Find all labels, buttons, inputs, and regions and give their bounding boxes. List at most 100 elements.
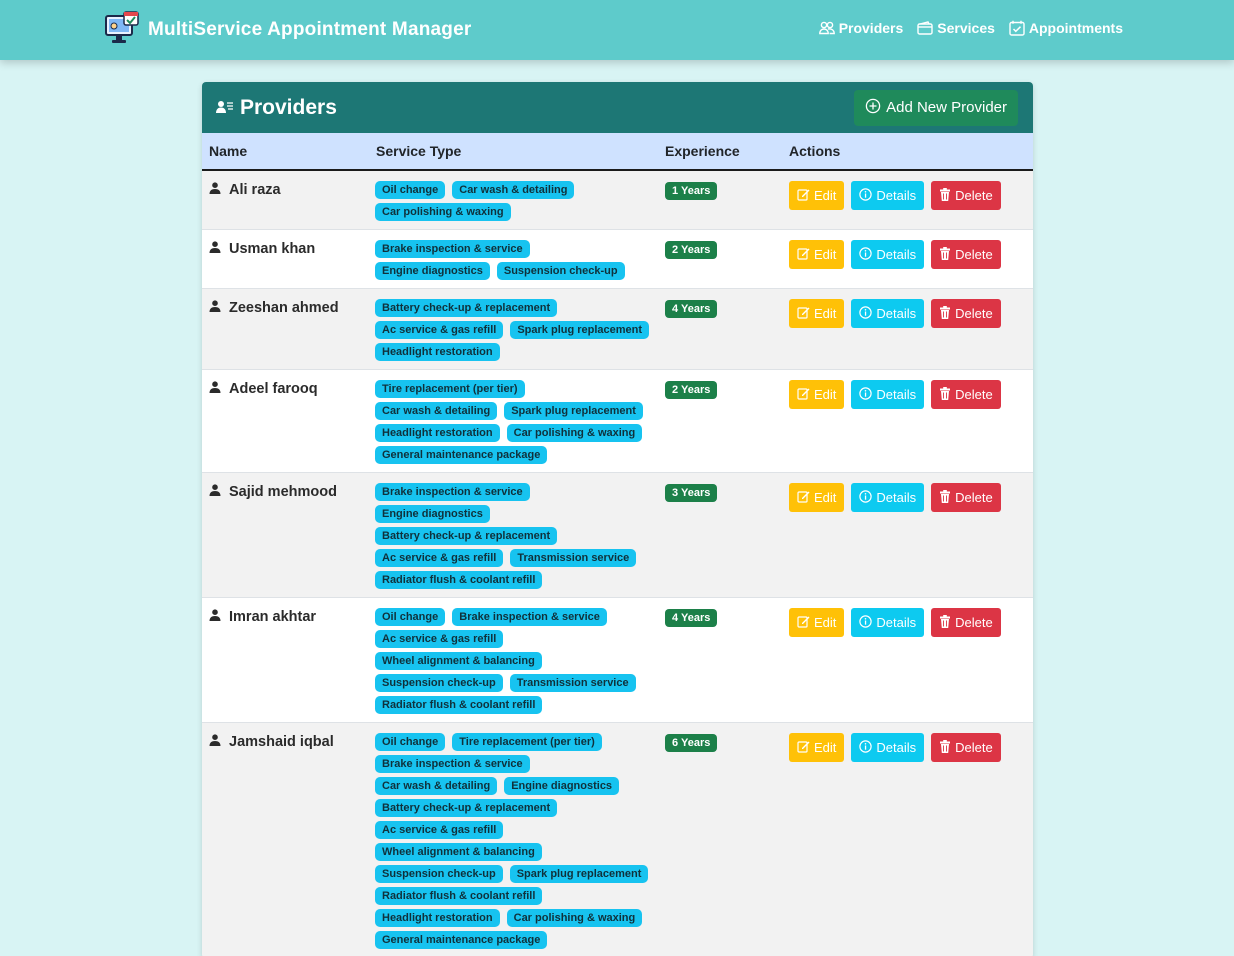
service-tags: Brake inspection & service Engine diagnos… [375,483,651,589]
brand[interactable]: MultiService Appointment Manager [104,10,471,51]
delete-button[interactable]: Delete [931,181,1001,210]
delete-button[interactable]: Delete [931,608,1001,637]
provider-name: Jamshaid iqbal [209,733,361,750]
service-type-cell: Oil change Tire replacement (per tier) Bra… [368,722,658,956]
trash-icon [939,386,951,403]
details-button[interactable]: Details [851,181,925,210]
edit-button[interactable]: Edit [789,380,845,409]
edit-label: Edit [814,615,837,630]
provider-name-cell: Sajid mehmood [202,472,368,598]
actions-cell: Edit Details Delete [782,597,1033,723]
provider-name-cell: Adeel farooq [202,369,368,473]
delete-label: Delete [955,490,993,505]
person-icon [209,609,221,625]
experience-cell: 2 Years [658,229,782,289]
providers-card: Providers Add New Provider Name Service … [202,82,1033,956]
info-icon [859,386,873,403]
edit-icon [797,615,810,631]
service-tag: Brake inspection & service [452,608,607,626]
delete-button[interactable]: Delete [931,483,1001,512]
table-row: Imran akhtar Oil change Brake inspection &… [202,597,1033,723]
provider-name-cell: Ali raza [202,170,368,230]
row-actions: Edit Details Delete [789,299,1026,328]
service-tag: Transmission service [509,674,636,692]
edit-icon [797,188,810,204]
service-tags: Oil change Tire replacement (per tier) Bra… [375,733,651,949]
nav-appointments[interactable]: Appointments [1009,20,1123,36]
service-tag: Ac service & gas refill [375,821,504,839]
actions-cell: Edit Details Delete [782,369,1033,473]
app-logo-icon [104,10,140,51]
service-tag: Car polishing & waxing [506,909,643,927]
edit-label: Edit [814,188,837,203]
delete-button[interactable]: Delete [931,240,1001,269]
details-button[interactable]: Details [851,299,925,328]
edit-label: Edit [814,247,837,262]
service-tag: Battery check-up & replacement [375,799,558,817]
service-tag: Suspension check-up [496,262,625,280]
experience-cell: 4 Years [658,597,782,723]
row-actions: Edit Details Delete [789,608,1026,637]
provider-name-cell: Zeeshan ahmed [202,288,368,370]
plus-circle-icon [865,98,881,118]
nav-services[interactable]: Services [917,20,995,36]
service-type-cell: Tire replacement (per tier) Car wash & de… [368,369,658,473]
delete-label: Delete [955,247,993,262]
info-icon [859,739,873,756]
service-tags: Tire replacement (per tier) Car wash & de… [375,380,651,464]
service-tag: Car wash & detailing [375,777,498,795]
service-type-cell: Battery check-up & replacement Ac service… [368,288,658,370]
provider-name-text: Imran akhtar [229,609,317,625]
service-tag: Tire replacement (per tier) [375,380,525,398]
details-button[interactable]: Details [851,483,925,512]
edit-button[interactable]: Edit [789,181,845,210]
experience-badge: 2 Years [665,381,718,399]
details-button[interactable]: Details [851,240,925,269]
provider-name-text: Sajid mehmood [229,484,337,500]
service-tag: Radiator flush & coolant refill [375,571,543,589]
details-button[interactable]: Details [851,733,925,762]
nav-providers[interactable]: Providers [818,20,903,36]
row-actions: Edit Details Delete [789,380,1026,409]
experience-cell: 4 Years [658,288,782,370]
edit-button[interactable]: Edit [789,483,845,512]
details-button[interactable]: Details [851,380,925,409]
actions-cell: Edit Details Delete [782,722,1033,956]
edit-button[interactable]: Edit [789,240,845,269]
card-header: Providers Add New Provider [202,82,1033,133]
table-row: Jamshaid iqbal Oil change Tire replacement… [202,722,1033,956]
provider-name: Sajid mehmood [209,483,361,500]
edit-label: Edit [814,740,837,755]
delete-button[interactable]: Delete [931,733,1001,762]
service-tag: Brake inspection & service [375,483,530,501]
delete-label: Delete [955,387,993,402]
edit-button[interactable]: Edit [789,608,845,637]
service-tag: Engine diagnostics [375,505,490,523]
edit-icon [797,306,810,322]
delete-button[interactable]: Delete [931,299,1001,328]
provider-name-text: Jamshaid iqbal [229,734,334,750]
service-tag: Brake inspection & service [375,240,530,258]
service-tag: Engine diagnostics [375,262,490,280]
table-header-row: Name Service Type Experience Actions [202,133,1033,170]
person-icon [209,300,221,316]
edit-button[interactable]: Edit [789,299,845,328]
service-tag: Brake inspection & service [375,755,530,773]
details-label: Details [876,188,917,203]
provider-name-cell: Usman khan [202,229,368,289]
person-icon [209,182,221,198]
edit-button[interactable]: Edit [789,733,845,762]
delete-label: Delete [955,740,993,755]
experience-cell: 3 Years [658,472,782,598]
delete-button[interactable]: Delete [931,380,1001,409]
add-new-provider-button[interactable]: Add New Provider [854,89,1018,126]
details-button[interactable]: Details [851,608,925,637]
row-actions: Edit Details Delete [789,483,1026,512]
service-tag: Ac service & gas refill [375,549,504,567]
service-tag: Battery check-up & replacement [375,527,558,545]
experience-badge: 3 Years [665,484,718,502]
service-type-cell: Brake inspection & service Engine diagnos… [368,472,658,598]
edit-icon [797,490,810,506]
provider-name-cell: Jamshaid iqbal [202,722,368,956]
table-body: Ali raza Oil change Car wash & detailing Ca… [202,170,1033,956]
